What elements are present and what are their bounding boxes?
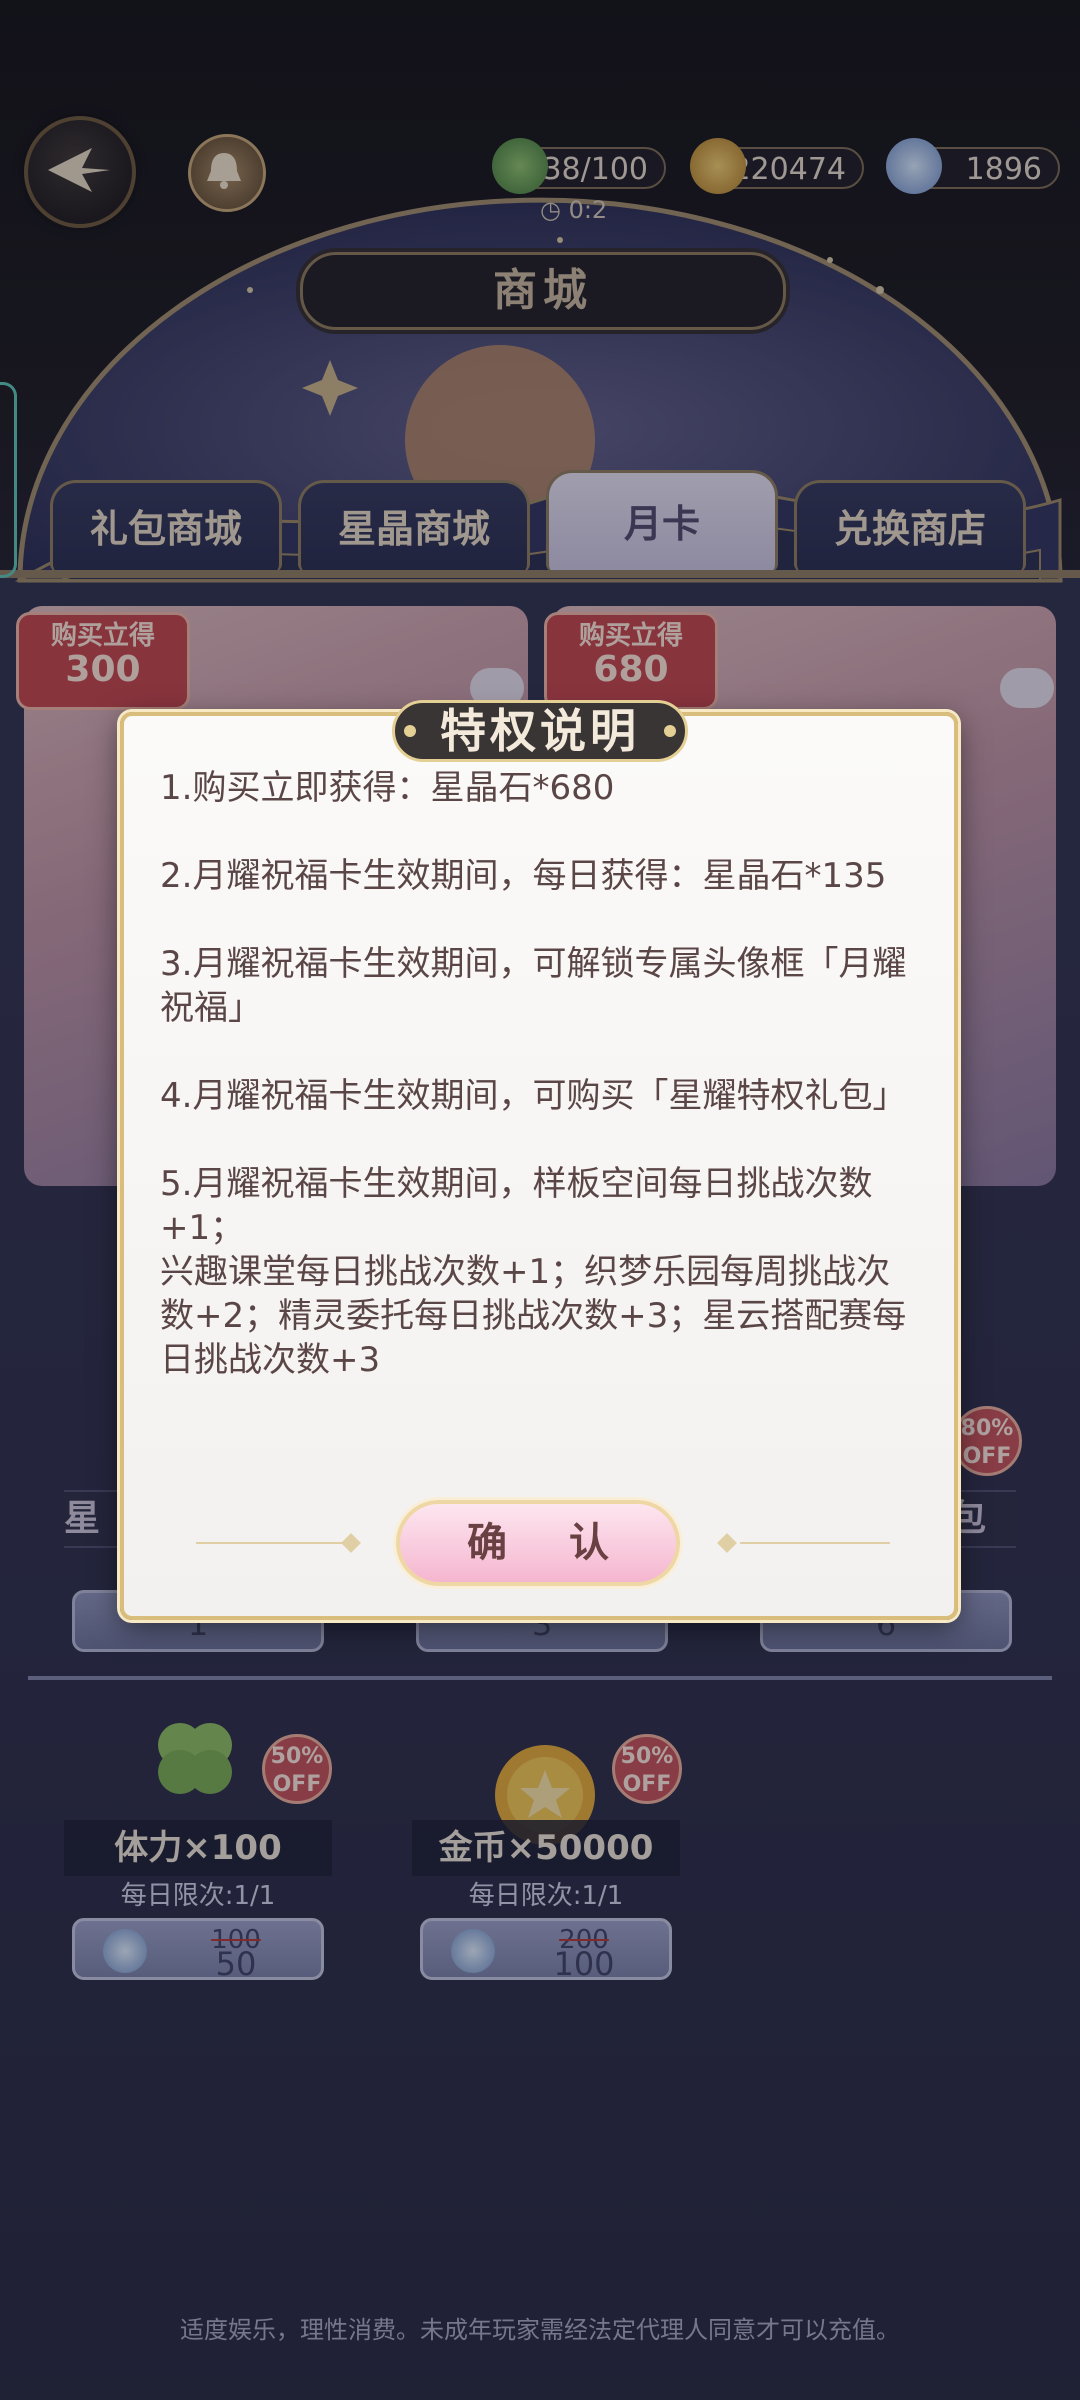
privilege-description: 1.购买立即获得：星晶石*680 2.月耀祝福卡生效期间，每日获得：星晶石*13…	[160, 766, 920, 1382]
confirm-button[interactable]: 确 认	[396, 1500, 680, 1586]
title-ornament	[664, 725, 676, 737]
privilege-line: 3.月耀祝福卡生效期间，可解锁专属头像框「月耀祝福」	[160, 944, 907, 1028]
privilege-line: 2.月耀祝福卡生效期间，每日获得：星晶石*135	[160, 856, 887, 896]
dialog-title: 特权说明	[392, 700, 688, 762]
privilege-line: 4.月耀祝福卡生效期间，可购买「星耀特权礼包」	[160, 1076, 907, 1116]
ornament-line	[196, 1542, 346, 1544]
privilege-line: 1.购买立即获得：星晶石*680	[160, 768, 615, 808]
privilege-line: 5.月耀祝福卡生效期间，样板空间每日挑战次数+1；	[160, 1164, 873, 1248]
privilege-line: 兴趣课堂每日挑战次数+1；织梦乐园每周挑战次数+2；精灵委托每日挑战次数+3；星…	[160, 1252, 907, 1380]
title-ornament	[404, 725, 416, 737]
ornament-line	[740, 1542, 890, 1544]
